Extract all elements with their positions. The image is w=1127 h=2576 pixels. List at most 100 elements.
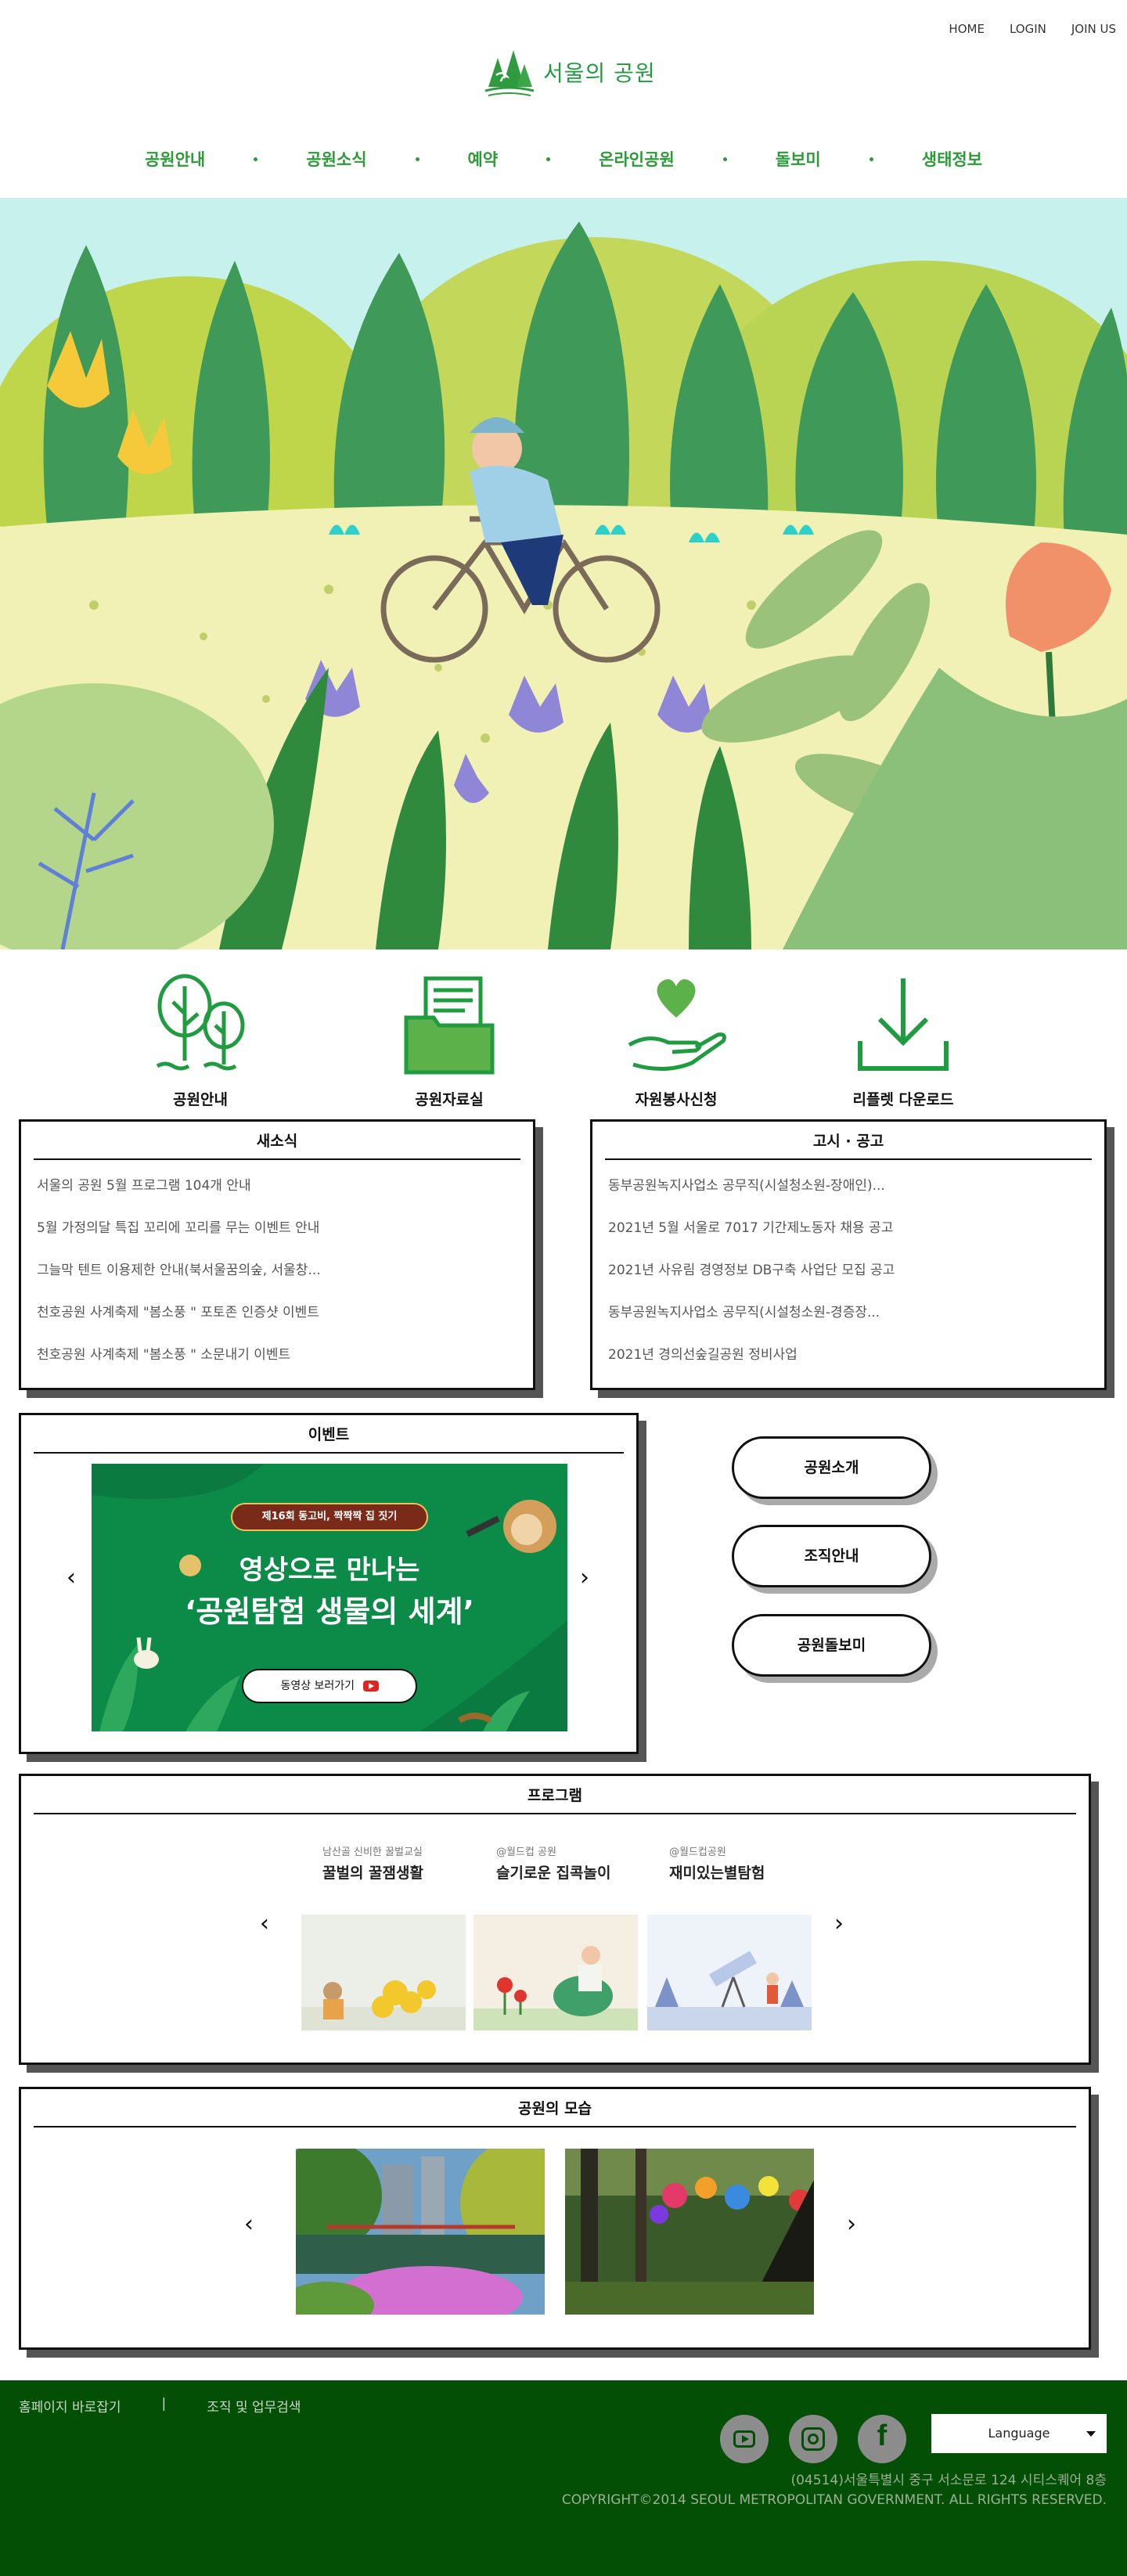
park-photos-title: 공원의 모습 [517,2100,592,2117]
nav-caretaker[interactable]: 돌보미 [776,147,821,171]
nav-reservation[interactable]: 예약 [468,147,499,171]
organization-search-link[interactable]: 조직 및 업무검색 [207,2396,301,2416]
star-exploration-illustration [647,1915,812,2030]
top-links: HOME LOGIN JOIN US [949,22,1116,36]
news-item[interactable]: 서울의 공원 5월 프로그램 104개 안내 [21,1165,533,1207]
youtube-icon [362,1681,379,1692]
program-card-subtitle: @월드컵공원 [669,1846,726,1858]
event-prev-arrow[interactable]: ‹ [67,1564,76,1591]
main-nav: 공원안내 공원소식 예약 온라인공원 돌보미 생태정보 [0,147,1127,171]
nav-park-news[interactable]: 공원소식 [306,147,366,171]
park-photo[interactable] [565,2149,814,2315]
notice-item[interactable]: 2021년 사유림 경영정보 DB구축 사업단 모집 공고 [592,1249,1104,1292]
login-link[interactable]: LOGIN [1010,22,1046,36]
footer-address: (04514)서울특별시 중구 서소문로 124 시티스퀘어 8층 [790,2473,1107,2488]
folder-icon [404,976,495,1075]
news-item[interactable]: 천호공원 사계축제 "봄소풍 " 포토존 인증샷 이벤트 [21,1292,533,1334]
quick-link-label: 리플렛 다운로드 [852,1091,954,1108]
park-photo[interactable] [296,2149,545,2315]
language-select-label: Language [988,2426,1050,2441]
trees-icon [156,974,245,1071]
instagram-icon[interactable] [789,2415,837,2463]
event-next-arrow[interactable]: › [580,1564,589,1591]
quick-link-park-archive[interactable]: 공원자료실 [371,971,527,1109]
park-photos-box: 공원의 모습 [19,2087,1091,2350]
divider [34,1158,520,1160]
program-card[interactable]: @월드컵 공원 슬기로운 집콕놀이 [496,1843,661,1882]
quick-link-park-guide[interactable]: 공원안내 [122,971,279,1109]
program-card-title: 재미있는별탐험 [669,1864,765,1882]
hero-illustration [0,198,1127,949]
program-card-title: 꿀벌의 꿀잼생활 [322,1864,423,1882]
divider [34,1452,624,1454]
chevron-down-icon [1086,2431,1096,2437]
program-card-image[interactable] [301,1915,466,2030]
nav-separator [254,157,258,161]
home-play-illustration [473,1915,638,2030]
hero-park-drawing [0,198,1127,949]
nav-separator [546,157,551,161]
event-headline-line1: 영상으로 만나는 [239,1555,420,1586]
footer-links: 홈페이지 바로잡기 | 조직 및 업무검색 [19,2396,301,2416]
bee-illustration [301,1915,466,2030]
park-logo-icon [484,50,535,96]
footer: 홈페이지 바로잡기 | 조직 및 업무검색 f Language (04514)… [0,2380,1127,2576]
logo-text: 서울의 공원 [543,60,656,86]
program-card[interactable]: 남산골 신비한 꿀벌교실 꿀벌의 꿀잼생활 [322,1843,487,1882]
nav-separator [869,157,873,161]
nav-park-guide[interactable]: 공원안내 [145,147,205,171]
footer-copyright: COPYRIGHT©2014 SEOUL METROPOLITAN GOVERN… [561,2492,1107,2508]
download-icon [858,978,949,1071]
photos-next-arrow[interactable]: › [847,2210,856,2238]
news-item[interactable]: 그늘막 텐트 이용제한 안내(북서울꿈의숲, 서울창... [21,1249,533,1292]
notice-item[interactable]: 동부공원녹지사업소 공무직(시설청소원-경증장... [592,1292,1104,1334]
park-intro-button[interactable]: 공원소개 [732,1436,931,1499]
divider [34,2126,1076,2127]
homepage-report-link[interactable]: 홈페이지 바로잡기 [19,2396,121,2416]
news-title: 새소식 [256,1133,298,1150]
photos-prev-arrow[interactable]: ‹ [244,2210,254,2238]
join-link[interactable]: JOIN US [1071,22,1116,36]
news-box: 새소식 서울의 공원 5월 프로그램 104개 안내 5월 가정의달 특집 꼬리… [19,1119,535,1390]
program-card-image[interactable] [473,1915,638,2030]
notice-item[interactable]: 2021년 5월 서울로 7017 기간제노동자 채용 공고 [592,1207,1104,1249]
quick-link-label: 자원봉사신청 [635,1091,718,1108]
program-card-subtitle: 남산골 신비한 꿀벌교실 [322,1846,423,1858]
program-card-subtitle: @월드컵 공원 [496,1846,556,1858]
nav-online-park[interactable]: 온라인공원 [599,147,675,171]
program-card[interactable]: @월드컵공원 재미있는별탐험 [669,1843,834,1882]
event-video-button-label: 동영상 보러가기 [280,1680,355,1692]
notice-item[interactable]: 동부공원녹지사업소 공무직(시설청소원-장애인)... [592,1165,1104,1207]
quick-link-volunteer[interactable]: 자원봉사신청 [598,971,754,1109]
facebook-icon[interactable]: f [858,2415,906,2463]
program-title: 프로그램 [527,1787,582,1804]
park-caretaker-button[interactable]: 공원돌보미 [732,1614,931,1677]
quick-link-label: 공원안내 [173,1091,228,1108]
notice-title: 고시 · 공고 [812,1133,884,1150]
event-video-button[interactable]: 동영상 보러가기 [242,1669,417,1703]
nav-separator [722,157,727,161]
news-item[interactable]: 천호공원 사계축제 "봄소풍 " 소문내기 이벤트 [21,1334,533,1376]
program-prev-arrow[interactable]: ‹ [260,1910,269,1937]
program-card-image[interactable] [647,1915,812,2030]
notice-item[interactable]: 2021년 경의선숲길공원 정비사업 [592,1334,1104,1376]
event-title: 이벤트 [308,1426,350,1443]
news-item[interactable]: 5월 가정의달 특집 꼬리에 꼬리를 무는 이벤트 안내 [21,1207,533,1249]
nav-ecology[interactable]: 생태정보 [922,147,982,171]
event-banner[interactable]: 제16회 동고비, 짝짝짝 집 짓기 영상으로 만나는 ‘공원탐험 생물의 세계… [92,1464,567,1731]
event-badge: 제16회 동고비, 짝짝짝 집 짓기 [231,1503,428,1531]
forest-lanterns-photo [565,2149,814,2315]
language-select[interactable]: Language [931,2414,1107,2453]
home-link[interactable]: HOME [949,22,985,36]
site-logo[interactable]: 서울의 공원 [481,44,656,100]
divider [34,1813,1076,1814]
program-next-arrow[interactable]: › [834,1910,844,1937]
youtube-icon[interactable] [720,2415,769,2463]
quick-link-leaflet-download[interactable]: 리플렛 다운로드 [825,971,981,1109]
footer-separator: | [161,2396,167,2412]
pond-garden-photo [296,2149,545,2315]
notice-box: 고시 · 공고 동부공원녹지사업소 공무직(시설청소원-장애인)... 2021… [590,1119,1107,1390]
organization-button[interactable]: 조직안내 [732,1525,931,1587]
heart-hand-icon [628,979,726,1072]
event-headline-line2: ‘공원탐험 생물의 세계’ [185,1594,474,1629]
